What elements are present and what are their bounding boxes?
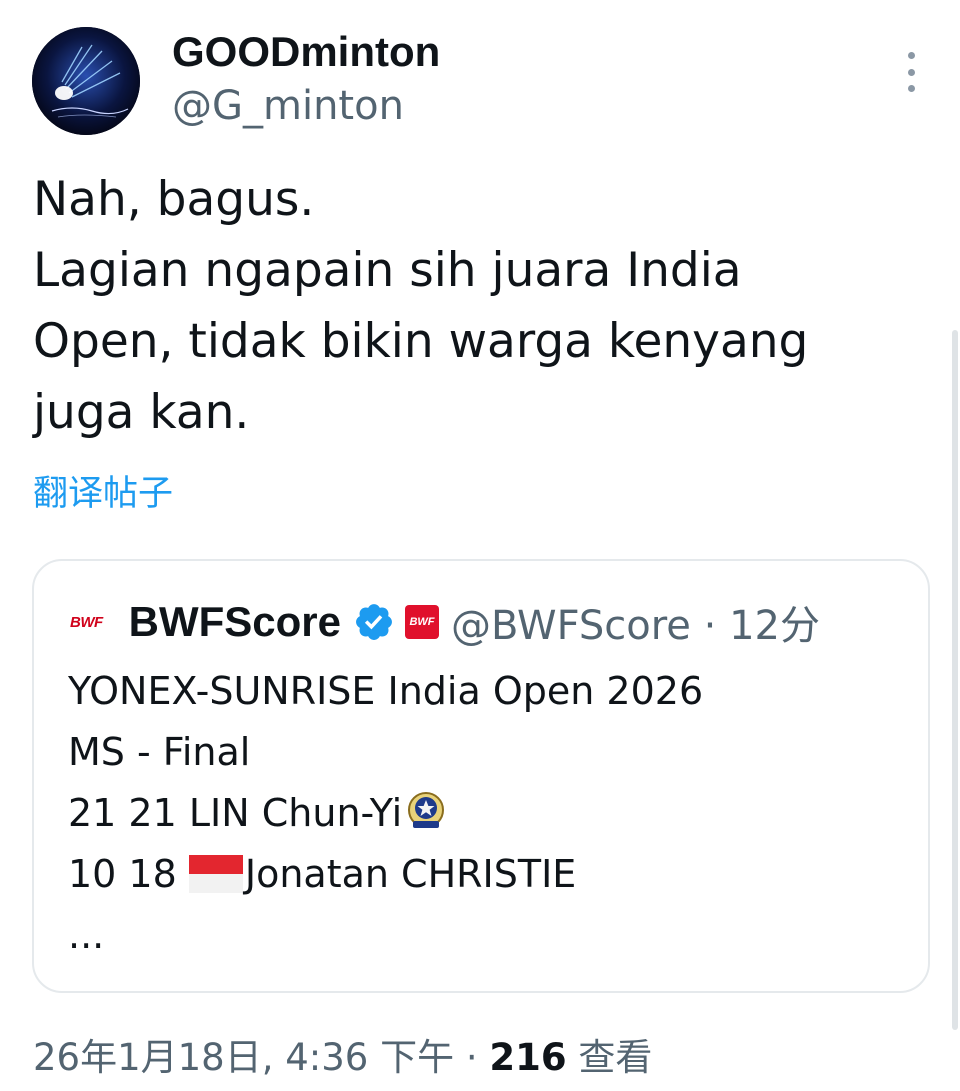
tweet-footer: 26年1月18日, 4:36 下午 · 216 查看 [33,1034,652,1082]
player2-scores: 10 18 [68,852,189,896]
more-options-button[interactable] [896,52,926,92]
tweet-text: Nah, bagus. Lagian ngapain sih juara Ind… [33,172,809,440]
quoted-line-title: YONEX-SUNRISE India Open 2026 [68,669,704,713]
more-dot-icon [907,85,915,92]
indonesia-flag-icon [188,855,243,893]
player1-score-name: 21 21 LIN Chun-Yi [68,791,403,835]
author-display-name[interactable]: GOODminton [172,28,440,76]
more-dot-icon [907,52,915,59]
quoted-line-player1: 21 21 LIN Chun-Yi [68,783,908,844]
quoted-author-name[interactable]: BWFScore [129,598,341,646]
bwf-badge-icon: BWF [405,605,440,639]
verified-badge-icon [356,604,392,640]
views-count[interactable]: 216 [489,1036,566,1079]
translate-post-link[interactable]: 翻译帖子 [33,472,173,516]
team-emblem-icon [408,792,445,828]
author-handle[interactable]: @G_minton [172,83,404,129]
scrollbar[interactable] [952,330,958,1030]
player2-name: Jonatan CHRISTIE [244,852,577,896]
tweet-timestamp[interactable]: 26年1月18日, 4:36 下午 [33,1036,454,1079]
quoted-line-event: MS - Final [68,730,251,774]
quoted-line-player2: 10 18 Jonatan CHRISTIE [68,844,908,905]
quoted-tweet-header: BWF BWFScore BWF @BWFScore · 12分 [70,597,820,649]
quoted-handle-time: @BWFScore · 12分 [451,603,820,649]
bwf-logo-icon: BWF [70,613,103,631]
more-dot-icon [907,68,915,76]
author-avatar[interactable] [32,27,140,135]
quoted-tweet-card[interactable]: BWF BWFScore BWF @BWFScore · 12分 YONEX-S… [32,559,930,993]
quoted-line-ellipsis: ... [68,913,105,957]
footer-separator: · [454,1036,490,1079]
views-label: 查看 [566,1036,653,1079]
badminton-shuttlecock-avatar-icon [32,27,140,135]
quoted-tweet-text: YONEX-SUNRISE India Open 2026 MS - Final… [68,661,908,966]
